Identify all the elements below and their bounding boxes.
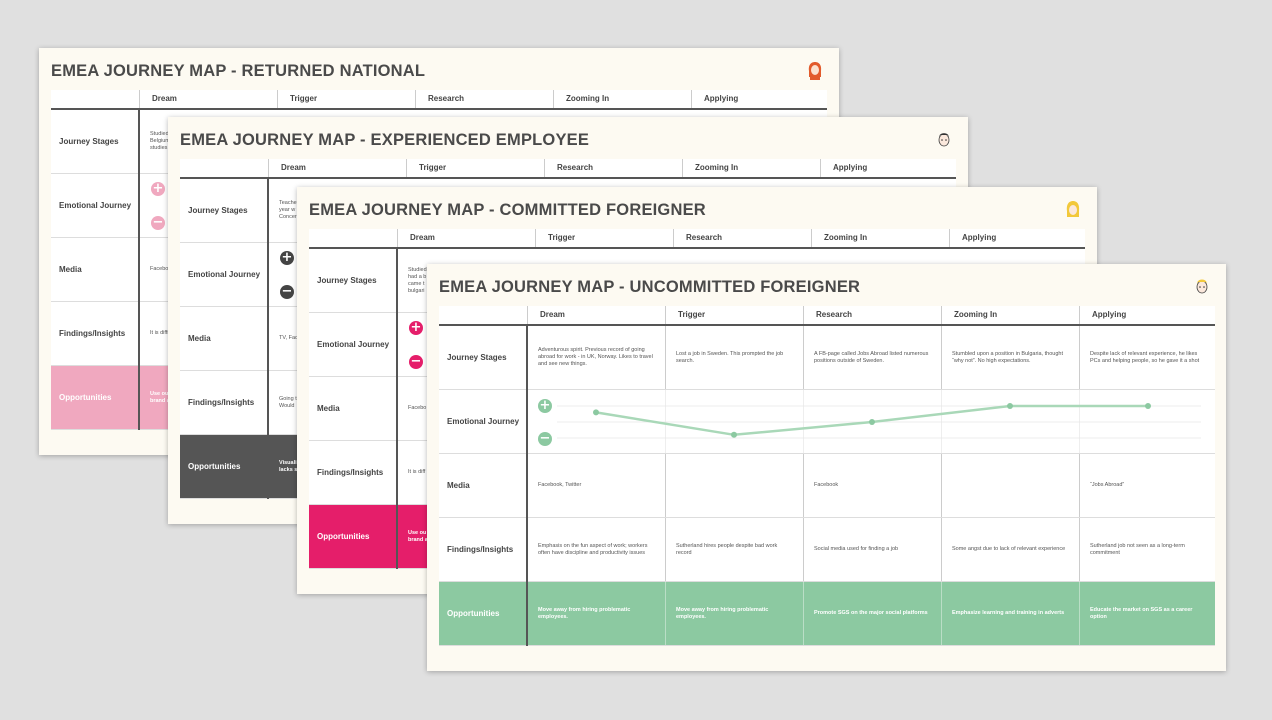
row-findings: Findings/Insights Emphasis on the fun as…: [439, 518, 1215, 582]
journey-cell-zooming-in: Stumbled upon a position in Bulgaria, th…: [941, 326, 1079, 389]
page: { "columns": ["Dream", "Trigger", "Resea…: [0, 0, 1272, 720]
opportunities-cell-applying: Educate the market on SGS as a career op…: [1079, 582, 1215, 645]
media-cell-dream: Facebook, Twitter: [527, 454, 665, 517]
column-header-applying: Applying: [1079, 306, 1215, 324]
column-header-research: Research: [673, 229, 811, 247]
emotion-point-dream: [593, 409, 599, 416]
emotion-point-applying: [1145, 403, 1151, 409]
avatar-red-hair-woman-icon: [808, 62, 822, 80]
media-cell-zooming-in: [941, 454, 1079, 517]
column-header-zooming-in: Zooming In: [941, 306, 1079, 324]
column-header-dream: Dream: [527, 306, 665, 324]
media-cell-applying: “Jobs Abroad”: [1079, 454, 1215, 517]
opportunities-cell-trigger: Move away from hiring problematic employ…: [665, 582, 803, 645]
media-cell-trigger: [665, 454, 803, 517]
emotion-point-zooming-in: [1007, 403, 1013, 409]
column-header-trigger: Trigger: [406, 159, 544, 177]
avatar-man-icon: [938, 133, 950, 147]
row-label-divider: [396, 249, 398, 569]
table-header: Dream Trigger Research Zooming In Applyi…: [309, 229, 1085, 249]
avatar-blonde-man-icon: [1196, 279, 1208, 294]
journey-cell-dream: Adventurous spirit. Previous record of g…: [527, 326, 665, 389]
opportunities-cell-research: Promote SGS on the major social platform…: [803, 582, 941, 645]
negative-emotion-icon: −: [151, 215, 165, 230]
negative-emotion-icon: −: [538, 431, 552, 446]
findings-cell-dream: Emphasis on the fun aspect of work; work…: [527, 518, 665, 581]
row-journey-stages: Journey Stages Adventurous spirit. Previ…: [439, 326, 1215, 390]
column-header-applying: Applying: [820, 159, 956, 177]
row-media: Media Facebook, Twitter Facebook “Jobs A…: [439, 454, 1215, 518]
column-header-dream: Dream: [268, 159, 406, 177]
column-header-zooming-in: Zooming In: [682, 159, 820, 177]
findings-cell-trigger: Sutherland hires people despite bad work…: [665, 518, 803, 581]
journey-map-card-uncommitted-foreigner[interactable]: EMEA JOURNEY MAP - UNCOMMITTED FOREIGNER…: [427, 264, 1226, 671]
media-cell-research: Facebook: [803, 454, 941, 517]
column-header-zooming-in: Zooming In: [553, 90, 691, 108]
column-header-research: Research: [415, 90, 553, 108]
emotional-journey-chart: [557, 403, 1201, 439]
journey-cell-research: A FB-page called Jobs Abroad listed nume…: [803, 326, 941, 389]
row-label-divider: [138, 110, 140, 430]
column-header-trigger: Trigger: [535, 229, 673, 247]
findings-cell-zooming-in: Some angst due to lack of relevant exper…: [941, 518, 1079, 581]
findings-cell-applying: Sutherland job not seen as a long-term c…: [1079, 518, 1215, 581]
card-title: EMEA JOURNEY MAP - RETURNED NATIONAL: [51, 62, 426, 80]
column-header-dream: Dream: [139, 90, 277, 108]
card-title: EMEA JOURNEY MAP - UNCOMMITTED FOREIGNER: [439, 278, 861, 296]
card-title: EMEA JOURNEY MAP - COMMITTED FOREIGNER: [309, 201, 706, 219]
table-header: Dream Trigger Research Zooming In Applyi…: [51, 90, 827, 110]
journey-cell-trigger: Lost a job in Sweden. This prompted the …: [665, 326, 803, 389]
emotion-point-research: [869, 419, 875, 425]
column-header-trigger: Trigger: [277, 90, 415, 108]
findings-cell-research: Social media used for finding a job: [803, 518, 941, 581]
positive-emotion-icon: +: [151, 181, 165, 196]
positive-emotion-icon: +: [280, 250, 294, 265]
positive-emotion-icon: +: [538, 398, 552, 413]
opportunities-cell-dream: Move away from hiring problematic employ…: [527, 582, 665, 645]
column-header-trigger: Trigger: [665, 306, 803, 324]
row-emotional-journey: Emotional Journey + −: [439, 390, 1215, 454]
row-label-divider: [267, 179, 269, 499]
row-opportunities: Opportunities Move away from hiring prob…: [439, 582, 1215, 646]
negative-emotion-icon: −: [409, 354, 423, 369]
journey-cell-applying: Despite lack of relevant experience, he …: [1079, 326, 1215, 389]
row-label-divider: [526, 326, 528, 646]
column-header-research: Research: [544, 159, 682, 177]
emotion-point-trigger: [731, 431, 737, 438]
negative-emotion-icon: −: [280, 284, 294, 299]
column-header-dream: Dream: [397, 229, 535, 247]
column-header-zooming-in: Zooming In: [811, 229, 949, 247]
opportunities-cell-zooming-in: Emphasize learning and training in adver…: [941, 582, 1079, 645]
positive-emotion-icon: +: [409, 320, 423, 335]
column-header-applying: Applying: [691, 90, 827, 108]
column-header-applying: Applying: [949, 229, 1085, 247]
table-header: Dream Trigger Research Zooming In Applyi…: [180, 159, 956, 179]
avatar-blonde-woman-icon: [1066, 201, 1080, 217]
table-header: Dream Trigger Research Zooming In Applyi…: [439, 306, 1215, 326]
card-title: EMEA JOURNEY MAP - EXPERIENCED EMPLOYEE: [180, 131, 590, 149]
column-header-research: Research: [803, 306, 941, 324]
